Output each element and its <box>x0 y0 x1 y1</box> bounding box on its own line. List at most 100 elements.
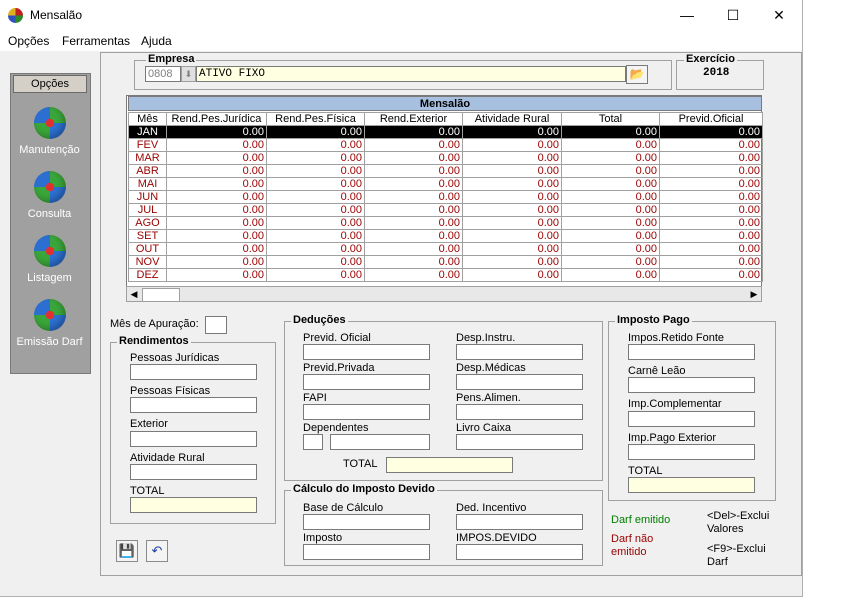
mes-apuracao-field[interactable] <box>205 316 227 334</box>
menu-opcoes[interactable]: Opções <box>8 34 49 48</box>
value-cell[interactable]: 0.00 <box>266 164 365 178</box>
table-row[interactable]: DEZ 0.00 0.00 0.00 0.00 0.00 0.00 <box>128 268 763 282</box>
month-cell[interactable]: AGO <box>128 216 167 230</box>
sidebar-item-consulta[interactable]: Consulta <box>10 208 89 220</box>
value-cell[interactable]: 0.00 <box>166 203 267 217</box>
value-cell[interactable]: 0.00 <box>166 242 267 256</box>
open-folder-icon[interactable]: 📂 <box>626 65 648 84</box>
exterior-field[interactable] <box>130 431 257 447</box>
value-cell[interactable]: 0.00 <box>561 125 660 139</box>
value-cell[interactable]: 0.00 <box>561 268 660 282</box>
value-cell[interactable]: 0.00 <box>166 177 267 191</box>
pessoas-fisicas-field[interactable] <box>130 397 257 413</box>
value-cell[interactable]: 0.00 <box>462 151 562 165</box>
value-cell[interactable]: 0.00 <box>462 242 562 256</box>
value-cell[interactable]: 0.00 <box>364 138 463 152</box>
value-cell[interactable]: 0.00 <box>364 255 463 269</box>
value-cell[interactable]: 0.00 <box>462 255 562 269</box>
carne-leao-field[interactable] <box>628 377 755 393</box>
value-cell[interactable]: 0.00 <box>659 255 763 269</box>
pessoas-juridicas-field[interactable] <box>130 364 257 380</box>
value-cell[interactable]: 0.00 <box>364 203 463 217</box>
value-cell[interactable]: 0.00 <box>166 190 267 204</box>
value-cell[interactable]: 0.00 <box>561 138 660 152</box>
value-cell[interactable]: 0.00 <box>561 216 660 230</box>
save-icon[interactable]: 💾 <box>116 540 138 562</box>
value-cell[interactable]: 0.00 <box>166 216 267 230</box>
value-cell[interactable]: 0.00 <box>166 229 267 243</box>
value-cell[interactable]: 0.00 <box>266 138 365 152</box>
value-cell[interactable]: 0.00 <box>364 177 463 191</box>
value-cell[interactable]: 0.00 <box>266 229 365 243</box>
grid-column-header[interactable]: Rend.Pes.Física <box>266 112 365 126</box>
value-cell[interactable]: 0.00 <box>659 164 763 178</box>
value-cell[interactable]: 0.00 <box>364 268 463 282</box>
download-icon[interactable]: ⬇ <box>181 66 196 82</box>
grid-column-header[interactable]: Mês <box>128 112 167 126</box>
value-cell[interactable]: 0.00 <box>659 268 763 282</box>
menu-ferramentas[interactable]: Ferramentas <box>62 34 130 48</box>
month-cell[interactable]: DEZ <box>128 268 167 282</box>
value-cell[interactable]: 0.00 <box>266 151 365 165</box>
value-cell[interactable]: 0.00 <box>266 268 365 282</box>
livro-caixa-field[interactable] <box>456 434 583 450</box>
table-row[interactable]: MAR 0.00 0.00 0.00 0.00 0.00 0.00 <box>128 151 763 165</box>
value-cell[interactable]: 0.00 <box>561 255 660 269</box>
value-cell[interactable]: 0.00 <box>462 203 562 217</box>
value-cell[interactable]: 0.00 <box>462 125 562 139</box>
imposto-field[interactable] <box>303 544 430 560</box>
value-cell[interactable]: 0.00 <box>266 177 365 191</box>
grid-column-header[interactable]: Previd.Oficial <box>659 112 763 126</box>
empresa-name-field[interactable]: ATIVO FIXO <box>196 66 626 82</box>
globe-icon[interactable] <box>34 171 66 203</box>
grid-column-header[interactable]: Rend.Pes.Jurídica <box>166 112 267 126</box>
month-cell[interactable]: MAI <box>128 177 167 191</box>
sidebar-item-listagem[interactable]: Listagem <box>10 272 89 284</box>
value-cell[interactable]: 0.00 <box>561 242 660 256</box>
scroll-right-icon[interactable]: ▶ <box>747 287 761 301</box>
scroll-left-icon[interactable]: ◀ <box>127 287 141 301</box>
month-cell[interactable]: FEV <box>128 138 167 152</box>
pens-alimen-field[interactable] <box>456 404 583 420</box>
minimize-button[interactable]: — <box>664 0 710 31</box>
value-cell[interactable]: 0.00 <box>166 255 267 269</box>
value-cell[interactable]: 0.00 <box>659 151 763 165</box>
month-cell[interactable]: SET <box>128 229 167 243</box>
grid-column-header[interactable]: Rend.Exterior <box>364 112 463 126</box>
value-cell[interactable]: 0.00 <box>462 138 562 152</box>
globe-icon[interactable] <box>34 235 66 267</box>
value-cell[interactable]: 0.00 <box>166 138 267 152</box>
value-cell[interactable]: 0.00 <box>364 125 463 139</box>
value-cell[interactable]: 0.00 <box>561 229 660 243</box>
month-cell[interactable]: JAN <box>128 125 167 139</box>
value-cell[interactable]: 0.00 <box>364 164 463 178</box>
atividade-rural-field[interactable] <box>130 464 257 480</box>
value-cell[interactable]: 0.00 <box>266 203 365 217</box>
ded-incentivo-field[interactable] <box>456 514 583 530</box>
empresa-code-field[interactable]: 0808 <box>145 66 181 82</box>
value-cell[interactable]: 0.00 <box>166 164 267 178</box>
value-cell[interactable]: 0.00 <box>266 216 365 230</box>
table-row[interactable]: NOV 0.00 0.00 0.00 0.00 0.00 0.00 <box>128 255 763 269</box>
value-cell[interactable]: 0.00 <box>659 242 763 256</box>
menu-ajuda[interactable]: Ajuda <box>141 34 172 48</box>
value-cell[interactable]: 0.00 <box>659 216 763 230</box>
value-cell[interactable]: 0.00 <box>364 229 463 243</box>
table-row[interactable]: JAN 0.00 0.00 0.00 0.00 0.00 0.00 <box>128 125 763 139</box>
value-cell[interactable]: 0.00 <box>166 268 267 282</box>
value-cell[interactable]: 0.00 <box>659 190 763 204</box>
horizontal-scrollbar[interactable]: ◀ ▶ <box>126 286 762 302</box>
value-cell[interactable]: 0.00 <box>364 216 463 230</box>
close-button[interactable]: ✕ <box>756 0 802 31</box>
value-cell[interactable]: 0.00 <box>561 151 660 165</box>
desp-instru-field[interactable] <box>456 344 583 360</box>
value-cell[interactable]: 0.00 <box>462 216 562 230</box>
globe-icon[interactable] <box>34 299 66 331</box>
value-cell[interactable]: 0.00 <box>364 151 463 165</box>
value-cell[interactable]: 0.00 <box>462 268 562 282</box>
table-row[interactable]: JUN 0.00 0.00 0.00 0.00 0.00 0.00 <box>128 190 763 204</box>
table-row[interactable]: FEV 0.00 0.00 0.00 0.00 0.00 0.00 <box>128 138 763 152</box>
value-cell[interactable]: 0.00 <box>166 125 267 139</box>
table-row[interactable]: ABR 0.00 0.00 0.00 0.00 0.00 0.00 <box>128 164 763 178</box>
month-cell[interactable]: JUL <box>128 203 167 217</box>
